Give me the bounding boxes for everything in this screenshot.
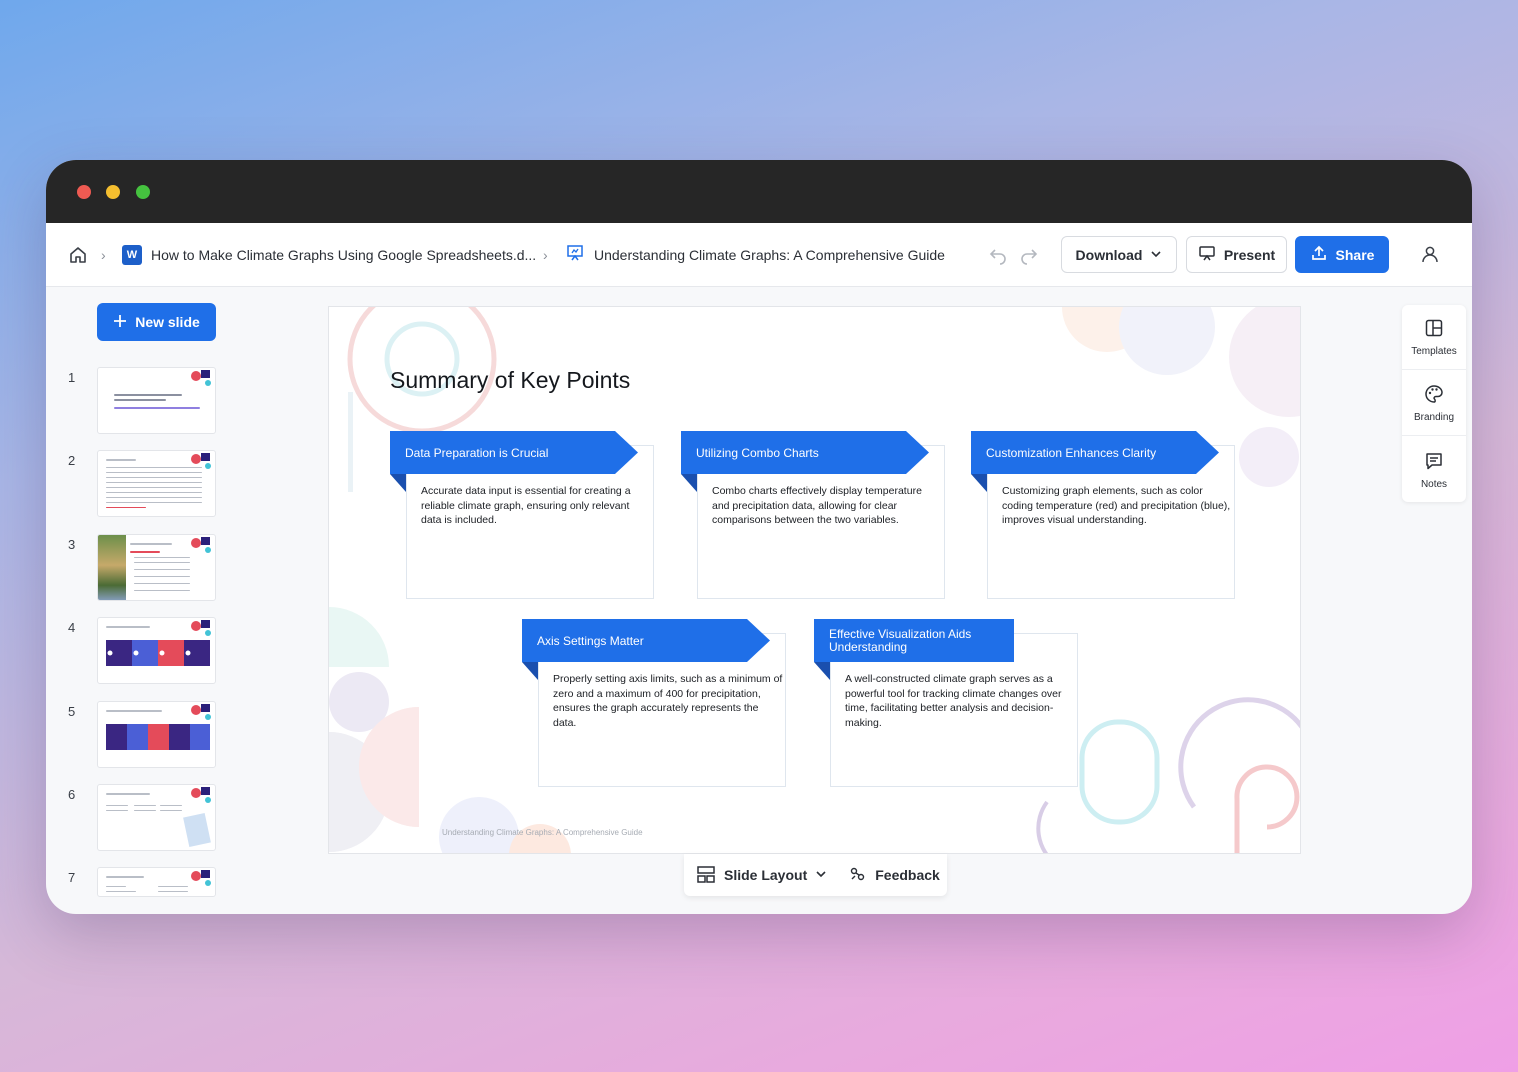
process-arrows-graphic — [106, 640, 210, 666]
banner-fold — [971, 474, 987, 492]
key-point-card[interactable]: Customization Enhances Clarity Customizi… — [971, 431, 1237, 601]
breadcrumb-document[interactable]: W How to Make Climate Graphs Using Googl… — [122, 223, 536, 287]
banner-fold — [814, 662, 830, 680]
feedback-label: Feedback — [875, 867, 940, 883]
banner-fold — [681, 474, 697, 492]
download-label: Download — [1075, 246, 1143, 263]
card-body-text: Properly setting axis limits, such as a … — [553, 673, 783, 729]
top-toolbar: › W How to Make Climate Graphs Using Goo… — [46, 223, 1472, 287]
banner-fold — [390, 474, 406, 492]
card-heading: Customization Enhances Clarity — [971, 431, 1219, 474]
slide-thumbnails-panel: New slide 1 2 3 4 5 6 7 — [46, 287, 296, 914]
present-icon — [1198, 244, 1216, 265]
feedback-icon — [849, 865, 867, 886]
slide-number: 3 — [68, 537, 76, 552]
slide-layout-button[interactable]: Slide Layout — [696, 864, 827, 887]
chevron-right-icon: › — [101, 247, 106, 263]
card-heading: Utilizing Combo Charts — [681, 431, 929, 474]
key-point-card[interactable]: Data Preparation is Crucial Accurate dat… — [390, 431, 656, 601]
slide-thumbnail-1[interactable] — [97, 367, 216, 434]
slide-photo — [98, 535, 126, 600]
card-body-text: Combo charts effectively display tempera… — [712, 485, 922, 526]
templates-button[interactable]: Templates — [1402, 305, 1466, 369]
share-icon — [1310, 244, 1328, 265]
slide-number: 7 — [68, 870, 76, 885]
chevron-down-icon — [815, 867, 827, 883]
user-avatar-icon[interactable] — [1415, 239, 1445, 269]
branding-button[interactable]: Branding — [1402, 371, 1466, 435]
chevron-down-icon — [1150, 247, 1162, 263]
palette-icon — [1424, 384, 1444, 407]
banner-fold — [522, 662, 538, 680]
slide-number: 1 — [68, 370, 76, 385]
slide-number: 6 — [68, 787, 76, 802]
slide-canvas[interactable]: Summary of Key Points Data Preparation i… — [328, 306, 1301, 854]
slide-thumbnail-2[interactable] — [97, 450, 216, 517]
undo-icon[interactable] — [988, 223, 1008, 287]
document-name: How to Make Climate Graphs Using Google … — [151, 247, 537, 263]
redo-icon[interactable] — [1019, 223, 1039, 287]
decorative-shapes-icon — [191, 537, 211, 553]
layout-icon — [696, 864, 716, 887]
home-icon[interactable] — [68, 223, 88, 287]
card-heading: Data Preparation is Crucial — [390, 431, 638, 474]
process-arrows-graphic — [106, 724, 210, 750]
slide-image — [183, 813, 211, 847]
slide-footer: Understanding Climate Graphs: A Comprehe… — [442, 828, 643, 837]
word-document-icon: W — [122, 245, 142, 265]
maximize-window-button[interactable] — [136, 185, 150, 199]
card-heading: Axis Settings Matter — [522, 619, 770, 662]
decorative-shapes-icon — [191, 704, 211, 720]
decorative-shapes-icon — [191, 620, 211, 636]
breadcrumb-presentation[interactable]: Understanding Climate Graphs: A Comprehe… — [565, 223, 945, 287]
feedback-button[interactable]: Feedback — [849, 865, 940, 886]
close-window-button[interactable] — [77, 185, 91, 199]
slide-number: 4 — [68, 620, 76, 635]
branding-label: Branding — [1413, 411, 1455, 423]
card-body-text: A well-constructed climate graph serves … — [845, 673, 1062, 729]
chevron-right-icon: › — [543, 247, 548, 263]
key-point-card[interactable]: Effective Visualization Aids Understandi… — [814, 619, 1080, 789]
card-heading: Effective Visualization Aids Understandi… — [814, 619, 1014, 662]
slide-number: 2 — [68, 453, 76, 468]
slide-bottom-bar: Slide Layout Feedback — [684, 854, 947, 896]
present-label: Present — [1223, 246, 1276, 263]
notes-icon — [1424, 451, 1444, 474]
download-button[interactable]: Download — [1061, 236, 1177, 273]
slide-thumbnail-5[interactable] — [97, 701, 216, 768]
notes-button[interactable]: Notes — [1402, 438, 1466, 502]
templates-label: Templates — [1411, 345, 1457, 357]
current-slide[interactable]: Summary of Key Points Data Preparation i… — [328, 306, 1301, 854]
decorative-shapes-icon — [191, 370, 211, 386]
key-point-card[interactable]: Utilizing Combo Charts Combo charts effe… — [681, 431, 947, 601]
notes-label: Notes — [1420, 478, 1448, 490]
slide-thumbnail-4[interactable] — [97, 617, 216, 684]
app-window: › W How to Make Climate Graphs Using Goo… — [46, 160, 1472, 914]
slide-thumbnail-6[interactable] — [97, 784, 216, 851]
present-button[interactable]: Present — [1186, 236, 1287, 273]
slide-number: 5 — [68, 704, 76, 719]
slide-thumbnail-3[interactable] — [97, 534, 216, 601]
slide-thumbnail-7[interactable] — [97, 867, 216, 897]
slide-title[interactable]: Summary of Key Points — [390, 367, 630, 394]
card-body-text: Customizing graph elements, such as colo… — [1002, 485, 1231, 526]
card-body-text: Accurate data input is essential for cre… — [421, 485, 631, 526]
decorative-shapes-icon — [191, 787, 211, 803]
presentation-name: Understanding Climate Graphs: A Comprehe… — [594, 247, 945, 263]
share-button[interactable]: Share — [1295, 236, 1389, 273]
new-slide-label: New slide — [135, 314, 200, 330]
slide-layout-label: Slide Layout — [724, 867, 808, 883]
plus-icon — [113, 314, 127, 331]
right-tools-panel: Templates Branding Notes — [1402, 305, 1466, 502]
presentation-icon — [565, 243, 585, 268]
decorative-shapes-icon — [191, 870, 211, 886]
templates-icon — [1424, 318, 1444, 341]
share-label: Share — [1335, 246, 1375, 263]
minimize-window-button[interactable] — [106, 185, 120, 199]
new-slide-button[interactable]: New slide — [97, 303, 216, 341]
title-bar — [46, 160, 1472, 223]
key-point-card[interactable]: Axis Settings Matter Properly setting ax… — [522, 619, 788, 789]
